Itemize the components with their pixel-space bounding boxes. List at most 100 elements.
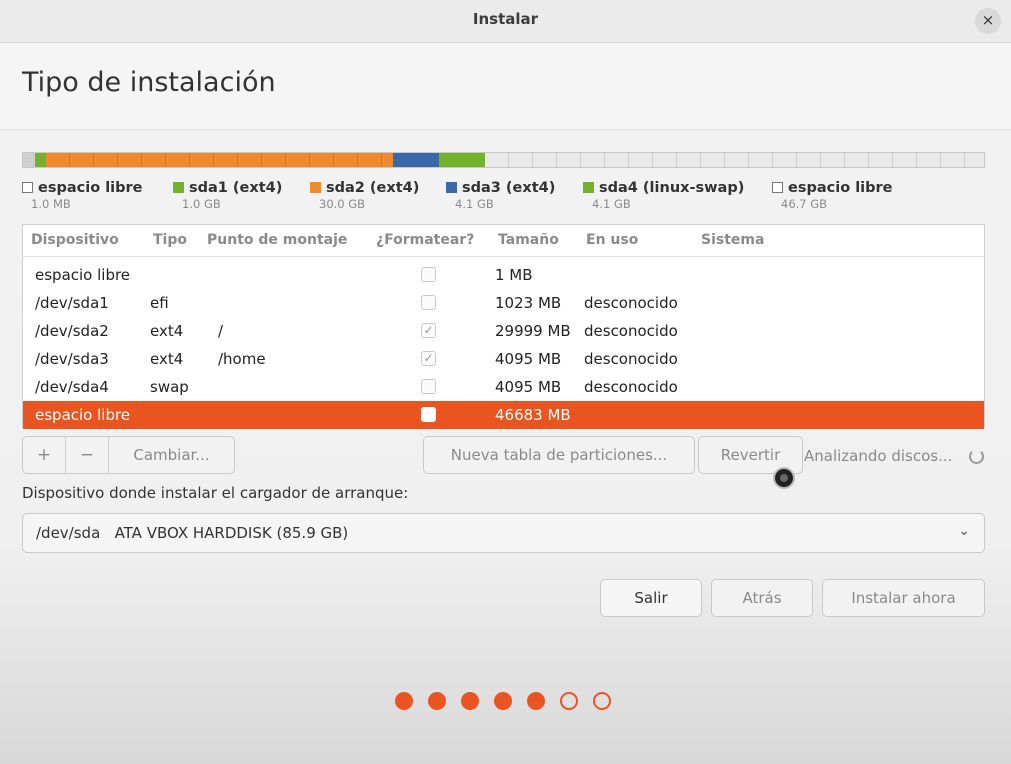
legend-size: 4.1 GB (592, 197, 631, 211)
cell-device: /dev/sda2 (35, 322, 109, 340)
partition-bar-segment (485, 153, 984, 167)
col-size[interactable]: Tamaño (498, 232, 559, 248)
step-dot (428, 692, 446, 710)
legend-label: espacio libre (38, 180, 143, 196)
legend-size: 30.0 GB (319, 197, 366, 211)
partition-bar-segment (392, 153, 440, 167)
legend-item: sda3 (ext4) 4.1 GB (446, 177, 555, 211)
page-title: Tipo de instalación (22, 67, 276, 98)
cell-mount: /home (218, 350, 266, 368)
header-band: Tipo de instalación (0, 43, 1011, 130)
cell-size: 1023 MB (495, 294, 562, 312)
cell-type: ext4 (150, 322, 184, 340)
legend-label: sda3 (ext4) (462, 180, 556, 196)
table-row[interactable]: /dev/sda4 swap 4095 MB desconocido (23, 373, 984, 401)
format-checkbox[interactable]: ✓ (421, 323, 436, 338)
cell-size: 4095 MB (495, 378, 562, 396)
cell-used: desconocido (584, 350, 678, 368)
step-dot (494, 692, 512, 710)
legend-swatch (772, 182, 783, 193)
scan-status: Analizando discos... (804, 447, 953, 465)
format-checkbox[interactable]: ✓ (421, 351, 436, 366)
step-indicator (395, 692, 615, 712)
partition-bar-segment (23, 153, 35, 167)
col-format[interactable]: ¿Formatear? (376, 232, 474, 248)
cell-size: 1 MB (495, 266, 533, 284)
legend-size: 46.7 GB (781, 197, 828, 211)
cell-device: /dev/sda1 (35, 294, 109, 312)
legend-item: espacio libre 46.7 GB (772, 177, 893, 211)
cell-device: espacio libre (35, 266, 131, 284)
partition-legend: espacio libre 1.0 MB sda1 (ext4) 1.0 GB sda2… (22, 177, 985, 217)
legend-swatch (310, 182, 321, 193)
table-row[interactable]: /dev/sda3 ext4/home 4095 MB desconocido ✓ (23, 345, 984, 373)
cell-device: /dev/sda4 (35, 378, 109, 396)
chevron-down-icon: ⌄ (958, 523, 970, 539)
cell-used: desconocido (584, 294, 678, 312)
close-button[interactable]: × (975, 8, 1001, 34)
table-header: Dispositivo Tipo Punto de montaje ¿Forma… (23, 225, 984, 257)
step-dot (395, 692, 413, 710)
table-row[interactable]: /dev/sda1 efi 1023 MB desconocido (23, 289, 984, 317)
cell-type: swap (150, 378, 189, 396)
format-checkbox[interactable] (421, 407, 436, 422)
mouse-cursor-icon (773, 467, 795, 489)
step-dot (593, 692, 611, 710)
partition-bar-segment (439, 153, 486, 167)
install-now-button[interactable]: Instalar ahora (822, 579, 985, 617)
bootloader-device-value: /dev/sda ATA VBOX HARDDISK (85.9 GB) (36, 524, 349, 542)
partition-bar (22, 152, 985, 168)
legend-swatch (22, 182, 33, 193)
bootloader-label: Dispositivo donde instalar el cargador d… (22, 484, 409, 502)
col-mount[interactable]: Punto de montaje (207, 232, 347, 248)
bootloader-device-select[interactable]: /dev/sda ATA VBOX HARDDISK (85.9 GB) ⌄ (22, 513, 985, 553)
new-partition-table-button[interactable]: Nueva tabla de particiones... (423, 436, 695, 474)
format-checkbox[interactable] (421, 267, 436, 282)
spinner-icon (969, 449, 984, 464)
cell-used: desconocido (584, 378, 678, 396)
cell-device: espacio libre (35, 406, 131, 424)
table-row[interactable]: espacio libre 46683 MB (23, 401, 984, 429)
cell-type: ext4 (150, 350, 184, 368)
window-title: Instalar (472, 10, 539, 28)
add-partition-button[interactable]: + (23, 437, 65, 473)
legend-item: sda1 (ext4) 1.0 GB (173, 177, 282, 211)
col-type[interactable]: Tipo (153, 232, 187, 248)
cell-size: 29999 MB (495, 322, 571, 340)
format-checkbox[interactable] (421, 295, 436, 310)
legend-item: espacio libre 1.0 MB (22, 177, 143, 211)
format-checkbox[interactable] (421, 379, 436, 394)
cell-size: 4095 MB (495, 350, 562, 368)
quit-button[interactable]: Salir (600, 579, 702, 617)
col-device[interactable]: Dispositivo (31, 232, 119, 248)
step-dot (461, 692, 479, 710)
cell-device: /dev/sda3 (35, 350, 109, 368)
legend-label: sda4 (linux-swap) (599, 180, 745, 196)
legend-swatch (446, 182, 457, 193)
legend-item: sda2 (ext4) 30.0 GB (310, 177, 419, 211)
legend-swatch (583, 182, 594, 193)
partition-bar-segment (34, 153, 47, 167)
col-system[interactable]: Sistema (701, 232, 764, 248)
step-dot (560, 692, 578, 710)
table-row[interactable]: /dev/sda2 ext4 / 29999 MB desconocido ✓ (23, 317, 984, 345)
legend-swatch (173, 182, 184, 193)
legend-size: 1.0 GB (182, 197, 221, 211)
legend-item: sda4 (linux-swap) 4.1 GB (583, 177, 744, 211)
partition-bar-segment (46, 153, 393, 167)
legend-label: espacio libre (788, 180, 893, 196)
title-bar: Instalar × (0, 0, 1011, 43)
change-partition-button[interactable]: Cambiar... (109, 437, 234, 473)
remove-partition-button[interactable]: − (66, 437, 108, 473)
partition-table[interactable]: Dispositivo Tipo Punto de montaje ¿Forma… (22, 224, 985, 429)
cell-size: 46683 MB (495, 406, 571, 424)
step-dot (527, 692, 545, 710)
cell-type: efi (150, 294, 169, 312)
cell-mount: / (218, 322, 224, 340)
legend-size: 1.0 MB (31, 197, 71, 211)
back-button[interactable]: Atrás (711, 579, 813, 617)
partition-tools: + − Cambiar... (22, 436, 235, 474)
col-used[interactable]: En uso (586, 232, 638, 248)
cell-used: desconocido (584, 322, 678, 340)
table-row[interactable]: espacio libre 1 MB (23, 261, 984, 289)
